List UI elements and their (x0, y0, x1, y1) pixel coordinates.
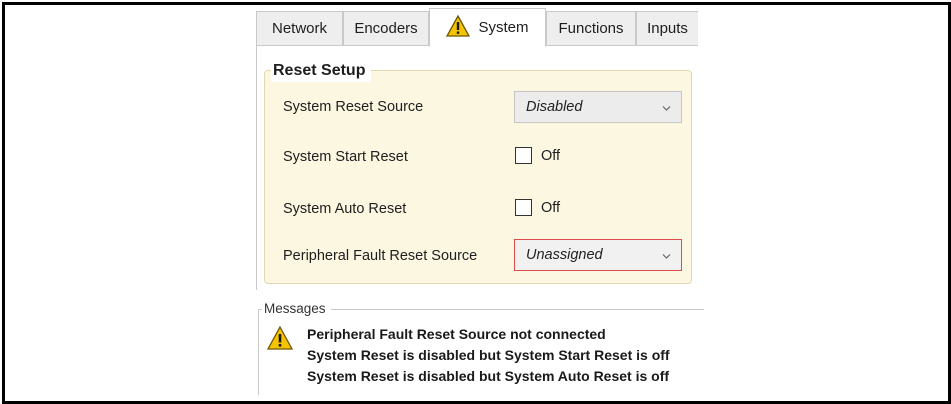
system-start-reset-state: Off (541, 148, 561, 164)
system-auto-reset-state: Off (541, 200, 561, 216)
chevron-down-icon (662, 100, 671, 116)
warning-triangle-icon (266, 325, 294, 355)
system-start-reset-checkbox[interactable] (515, 147, 532, 164)
tab-network[interactable]: Network (256, 11, 343, 46)
reset-setup-title: Reset Setup (271, 60, 372, 82)
system-reset-source-value: Disabled (526, 99, 583, 115)
peripheral-fault-reset-source-dropdown[interactable]: Unassigned (514, 239, 682, 271)
peripheral-fault-reset-source-label: Peripheral Fault Reset Source (283, 248, 478, 264)
messages-title: Messages (262, 300, 331, 318)
tab-strip: Network Encoders System Functions Inputs (256, 8, 698, 47)
system-reset-source-label: System Reset Source (283, 99, 424, 115)
tab-encoders-label: Encoders (354, 20, 418, 37)
message-item: Peripheral Fault Reset Source not connec… (307, 326, 606, 342)
message-item: System Reset is disabled but System Star… (307, 347, 670, 363)
tab-system-label: System (478, 19, 529, 36)
system-auto-reset-checkbox[interactable] (515, 199, 532, 216)
peripheral-fault-reset-source-value: Unassigned (526, 247, 603, 263)
system-start-reset-label: System Start Reset (283, 149, 408, 165)
tab-inputs[interactable]: Inputs (636, 11, 698, 46)
warning-triangle-icon (446, 14, 471, 41)
tab-inputs-label: Inputs (647, 20, 688, 37)
messages-border (258, 309, 259, 395)
tab-functions[interactable]: Functions (546, 11, 636, 46)
tab-system[interactable]: System (429, 8, 546, 47)
tab-functions-label: Functions (558, 20, 624, 37)
system-reset-source-dropdown[interactable]: Disabled (514, 91, 682, 123)
chevron-down-icon (662, 248, 671, 264)
tab-encoders[interactable]: Encoders (343, 11, 429, 46)
tab-network-label: Network (271, 20, 327, 37)
system-auto-reset-label: System Auto Reset (283, 201, 407, 217)
message-item: System Reset is disabled but System Auto… (307, 368, 670, 384)
